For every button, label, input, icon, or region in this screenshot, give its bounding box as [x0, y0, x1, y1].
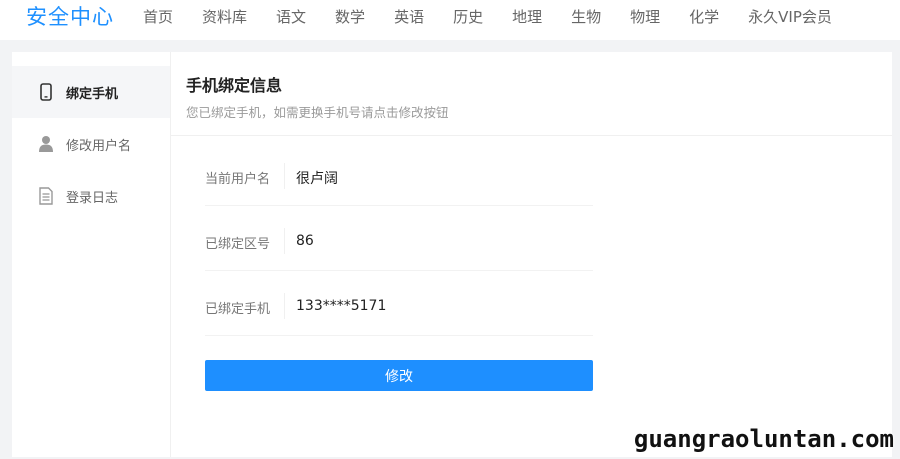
sidebar-item-change-username[interactable]: 修改用户名: [12, 118, 170, 170]
nav-physics[interactable]: 物理: [630, 8, 660, 26]
sidebar: 绑定手机 修改用户名 登录日志: [12, 52, 171, 457]
edit-button[interactable]: 修改: [205, 360, 593, 391]
info-row-area-code: 已绑定区号 86: [205, 215, 593, 271]
nav-english[interactable]: 英语: [394, 8, 424, 26]
field-value: 很卢阔: [296, 171, 338, 187]
nav-vip[interactable]: 永久VIP会员: [748, 8, 832, 26]
sidebar-item-label: 修改用户名: [66, 138, 132, 154]
divider: [284, 163, 285, 189]
watermark: guangraoluntan.com: [633, 425, 894, 453]
main-nav: 首页 资料库 语文 数学 英语 历史 地理 生物 物理 化学 永久VIP会员: [143, 8, 861, 26]
sidebar-item-label: 登录日志: [66, 190, 119, 206]
divider: [284, 228, 285, 254]
top-nav-bar: 安全中心 首页 资料库 语文 数学 英语 历史 地理 生物 物理 化学 永久VI…: [0, 0, 900, 40]
nav-history[interactable]: 历史: [453, 8, 483, 26]
nav-home[interactable]: 首页: [143, 8, 173, 26]
field-label: 当前用户名: [205, 172, 271, 187]
nav-chinese[interactable]: 语文: [276, 8, 306, 26]
security-card: 绑定手机 修改用户名 登录日志 手机绑定信息 您已绑定手机，如需更换手机号请点击…: [12, 52, 892, 457]
nav-chemistry[interactable]: 化学: [689, 8, 719, 26]
nav-library[interactable]: 资料库: [202, 8, 247, 26]
divider: [284, 293, 285, 319]
info-row-username: 当前用户名 很卢阔: [205, 150, 593, 206]
content-header: 手机绑定信息 您已绑定手机，如需更换手机号请点击修改按钮: [171, 52, 892, 136]
user-icon: [39, 135, 53, 153]
phone-icon: [39, 83, 53, 101]
field-label: 已绑定手机: [205, 302, 271, 317]
field-value: 133****5171: [296, 298, 387, 314]
sidebar-item-label: 绑定手机: [66, 86, 119, 102]
sidebar-item-bind-phone[interactable]: 绑定手机: [12, 66, 170, 118]
page-subtitle: 您已绑定手机，如需更换手机号请点击修改按钮: [186, 105, 449, 120]
brand-title[interactable]: 安全中心: [26, 4, 114, 30]
nav-biology[interactable]: 生物: [571, 8, 601, 26]
page-title: 手机绑定信息: [186, 76, 283, 95]
info-row-phone: 已绑定手机 133****5171: [205, 280, 593, 336]
sidebar-item-login-log[interactable]: 登录日志: [12, 170, 170, 222]
nav-geography[interactable]: 地理: [512, 8, 542, 26]
main-content: 手机绑定信息 您已绑定手机，如需更换手机号请点击修改按钮 当前用户名 很卢阔 已…: [171, 52, 892, 457]
field-label: 已绑定区号: [205, 237, 271, 252]
field-value: 86: [296, 233, 314, 249]
nav-math[interactable]: 数学: [335, 8, 365, 26]
log-icon: [39, 187, 53, 205]
